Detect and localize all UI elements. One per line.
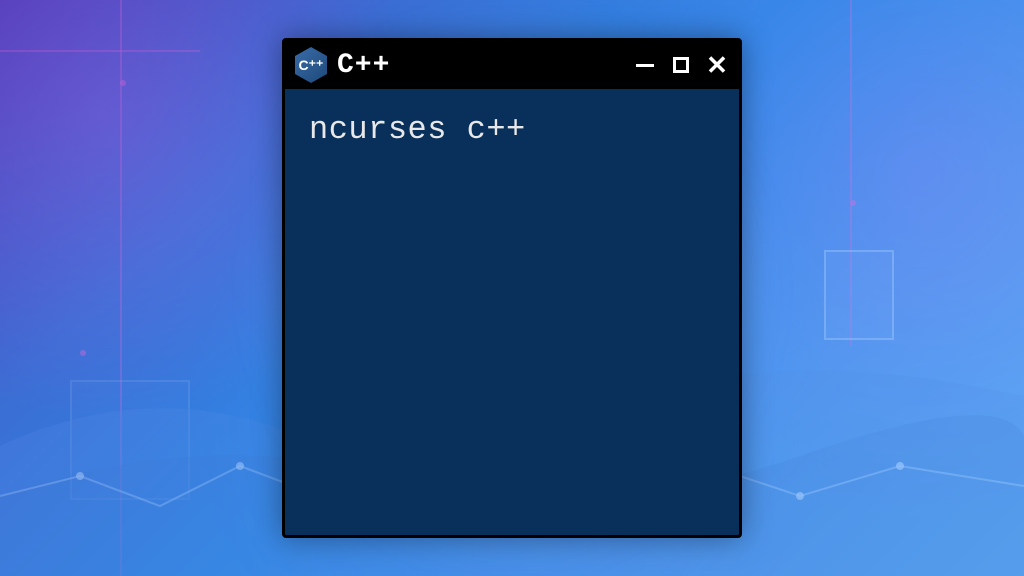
- terminal-text: ncurses c++: [309, 111, 526, 148]
- minimize-icon: [636, 64, 654, 67]
- titlebar[interactable]: C⁺⁺ C++ ✕: [285, 41, 739, 89]
- window-controls: ✕: [633, 53, 729, 77]
- terminal-content[interactable]: ncurses c++: [285, 89, 739, 170]
- maximize-icon: [673, 57, 689, 73]
- minimize-button[interactable]: [633, 53, 657, 77]
- close-icon: ✕: [706, 52, 728, 78]
- maximize-button[interactable]: [669, 53, 693, 77]
- window-title: C++: [337, 50, 623, 81]
- cpp-logo-icon: C⁺⁺: [295, 47, 327, 83]
- icon-text: C⁺⁺: [299, 57, 324, 74]
- close-button[interactable]: ✕: [705, 53, 729, 77]
- terminal-window: C⁺⁺ C++ ✕ ncurses c++: [282, 38, 742, 538]
